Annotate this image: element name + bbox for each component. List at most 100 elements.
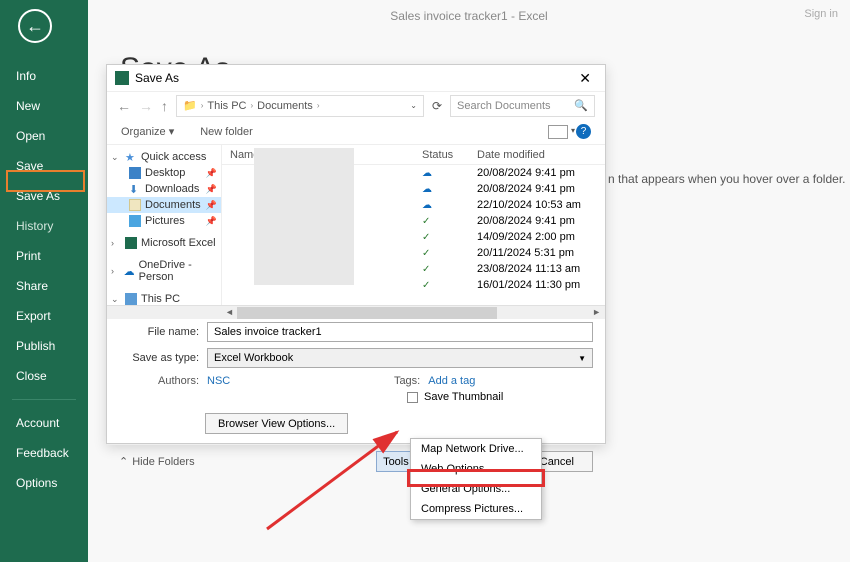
save-as-dialog: Save As ✕ ← → ↑ 📁 › This PC › Documents …	[106, 64, 606, 444]
sidebar-menu: Info New Open Save Save As History Print…	[0, 61, 88, 498]
dialog-title: Save As	[135, 71, 179, 85]
tree-excel[interactable]: ›Microsoft Excel	[107, 235, 221, 251]
tools-menu: Map Network Drive... Web Options... Gene…	[410, 438, 542, 520]
tree-pictures[interactable]: Pictures📌	[107, 213, 221, 229]
status-icon: ✓	[422, 216, 430, 227]
status-icon: ✓	[422, 280, 430, 291]
back-button[interactable]: ←	[18, 9, 52, 43]
chevron-down-icon: ▼	[578, 354, 586, 363]
dialog-titlebar: Save As ✕	[107, 65, 605, 91]
breadcrumb-thispc[interactable]: This PC	[207, 100, 246, 112]
column-date[interactable]: Date modified	[477, 149, 587, 161]
pin-icon: 📌	[206, 216, 217, 227]
sidebar-item-info[interactable]: Info	[0, 61, 88, 91]
authors-label: Authors:	[119, 375, 199, 387]
tree-thispc[interactable]: ⌄This PC	[107, 291, 221, 305]
date-cell: 20/08/2024 9:41 pm	[477, 215, 587, 227]
search-icon: 🔍	[574, 99, 588, 112]
status-icon: ✓	[422, 264, 430, 275]
savetype-label: Save as type:	[119, 352, 199, 364]
chevron-down-icon[interactable]: ⌄	[410, 101, 417, 110]
sidebar-item-save[interactable]: Save	[0, 151, 88, 181]
sidebar-divider	[12, 399, 76, 400]
titlebar-text: Sales invoice tracker1 - Excel	[390, 9, 547, 23]
back-arrow-icon: ←	[26, 16, 44, 37]
sidebar-item-print[interactable]: Print	[0, 241, 88, 271]
pin-icon: 📌	[206, 168, 217, 179]
chevron-up-icon: ⌃	[119, 455, 128, 468]
sidebar-item-account[interactable]: Account	[0, 408, 88, 438]
pin-icon: 📌	[206, 200, 217, 211]
tree-documents[interactable]: Documents📌	[107, 197, 221, 213]
dialog-body: ⌄★Quick access Desktop📌 ⬇Downloads📌 Docu…	[107, 145, 605, 305]
horizontal-scrollbar[interactable]: ◄ ►	[107, 305, 605, 319]
sidebar-item-publish[interactable]: Publish	[0, 331, 88, 361]
hide-folders-toggle[interactable]: ⌃Hide Folders	[119, 455, 195, 468]
status-icon: ☁	[422, 168, 432, 179]
tree-onedrive[interactable]: ›☁OneDrive - Person	[107, 257, 221, 285]
excel-icon	[115, 71, 129, 85]
pin-icon: 📌	[206, 184, 217, 195]
folder-icon: 📁	[183, 99, 197, 112]
date-cell: 23/08/2024 11:13 am	[477, 263, 587, 275]
filename-input[interactable]	[207, 322, 593, 342]
search-placeholder: Search Documents	[457, 100, 551, 112]
tools-web-options[interactable]: Web Options...	[411, 459, 541, 479]
date-cell: 20/08/2024 9:41 pm	[477, 167, 587, 179]
date-cell: 22/10/2024 10:53 am	[477, 199, 587, 211]
organize-menu[interactable]: Organize ▾	[121, 125, 174, 138]
tags-value[interactable]: Add a tag	[428, 375, 475, 387]
view-options-icon[interactable]: ▾	[548, 125, 568, 139]
nav-forward-icon: →	[139, 98, 153, 114]
nav-row: ← → ↑ 📁 › This PC › Documents › ⌄ ⟳ Sear…	[107, 91, 605, 119]
sidebar-item-save-as[interactable]: Save As	[0, 181, 88, 211]
tools-map-network[interactable]: Map Network Drive...	[411, 439, 541, 459]
preview-placeholder	[254, 148, 354, 285]
breadcrumb-documents[interactable]: Documents	[257, 100, 313, 112]
savetype-select[interactable]: Excel Workbook▼	[207, 348, 593, 368]
backstage-sidebar: ← Info New Open Save Save As History Pri…	[0, 0, 88, 562]
new-folder-button[interactable]: New folder	[200, 126, 253, 138]
tree-quick-access[interactable]: ⌄★Quick access	[107, 149, 221, 165]
scroll-right-icon[interactable]: ►	[592, 307, 601, 317]
tree-downloads[interactable]: ⬇Downloads📌	[107, 181, 221, 197]
nav-up-icon[interactable]: ↑	[161, 98, 168, 114]
sidebar-item-history[interactable]: History	[0, 211, 88, 241]
tree-desktop[interactable]: Desktop📌	[107, 165, 221, 181]
status-icon: ☁	[422, 184, 432, 195]
date-cell: 14/09/2024 2:00 pm	[477, 231, 587, 243]
search-input[interactable]: Search Documents 🔍	[450, 95, 595, 117]
refresh-icon[interactable]: ⟳	[432, 99, 442, 113]
help-icon[interactable]: ?	[576, 124, 591, 139]
sidebar-item-share[interactable]: Share	[0, 271, 88, 301]
column-status[interactable]: Status	[422, 149, 477, 161]
status-icon: ✓	[422, 232, 430, 243]
close-icon[interactable]: ✕	[573, 70, 597, 87]
scrollbar-thumb[interactable]	[237, 307, 497, 319]
date-cell: 20/08/2024 9:41 pm	[477, 183, 587, 195]
hint-text: n that appears when you hover over a fol…	[608, 172, 846, 186]
sidebar-item-feedback[interactable]: Feedback	[0, 438, 88, 468]
sidebar-item-open[interactable]: Open	[0, 121, 88, 151]
nav-back-icon[interactable]: ←	[117, 98, 131, 114]
sidebar-item-close[interactable]: Close	[0, 361, 88, 391]
titlebar: Sales invoice tracker1 - Excel Sign in	[88, 0, 850, 32]
save-thumbnail-label: Save Thumbnail	[424, 391, 503, 403]
tools-compress-pictures[interactable]: Compress Pictures...	[411, 499, 541, 519]
sidebar-item-export[interactable]: Export	[0, 301, 88, 331]
address-bar[interactable]: 📁 › This PC › Documents › ⌄	[176, 95, 424, 117]
date-cell: 16/01/2024 11:30 pm	[477, 279, 587, 291]
folder-tree: ⌄★Quick access Desktop📌 ⬇Downloads📌 Docu…	[107, 145, 222, 305]
date-cell: 20/11/2024 5:31 pm	[477, 247, 587, 259]
tools-general-options[interactable]: General Options...	[411, 479, 541, 499]
status-icon: ✓	[422, 248, 430, 259]
authors-value[interactable]: NSC	[207, 375, 230, 387]
dialog-toolbar: Organize ▾ New folder ▾ ?	[107, 119, 605, 145]
signin-link[interactable]: Sign in	[804, 8, 838, 20]
browser-view-options-button[interactable]: Browser View Options...	[205, 413, 348, 434]
sidebar-item-new[interactable]: New	[0, 91, 88, 121]
scroll-left-icon[interactable]: ◄	[225, 307, 234, 317]
sidebar-item-options[interactable]: Options	[0, 468, 88, 498]
save-thumbnail-checkbox[interactable]	[407, 392, 418, 403]
filename-label: File name:	[119, 326, 199, 338]
